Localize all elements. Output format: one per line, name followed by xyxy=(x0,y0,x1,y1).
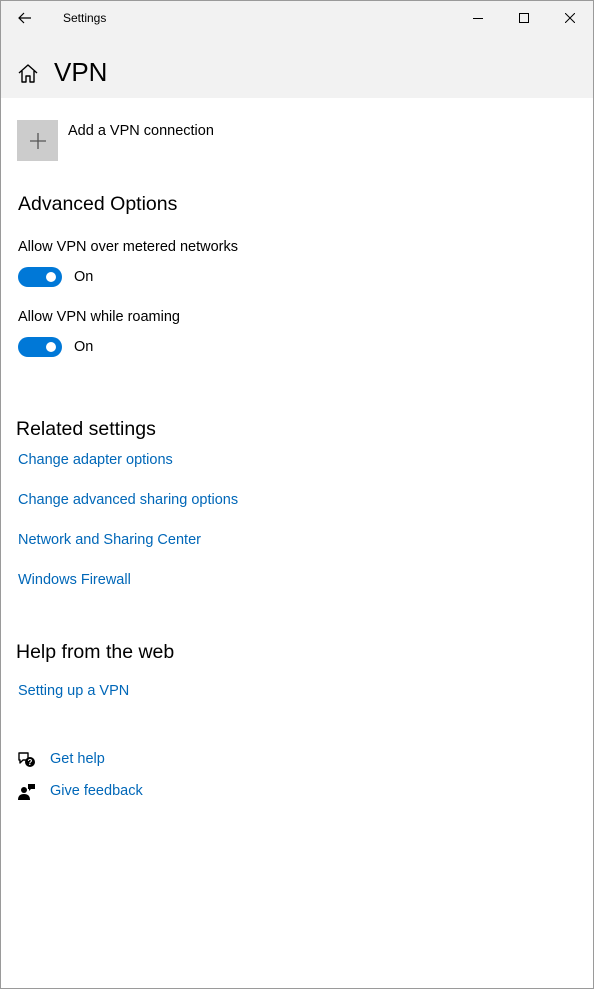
metered-option-label: Allow VPN over metered networks xyxy=(18,239,238,255)
maximize-icon xyxy=(519,13,529,23)
home-icon[interactable] xyxy=(17,63,39,85)
roaming-option-label: Allow VPN while roaming xyxy=(18,309,180,325)
metered-toggle-state: On xyxy=(74,269,94,285)
settings-window: Settings VPN Add a VPN connection Advanc… xyxy=(0,0,594,989)
advanced-options-heading: Advanced Options xyxy=(18,193,178,215)
chat-help-icon: ? xyxy=(18,752,35,767)
add-vpn-button[interactable] xyxy=(17,120,58,161)
metered-toggle[interactable] xyxy=(18,267,62,287)
maximize-button[interactable] xyxy=(501,1,547,35)
change-advanced-sharing-link[interactable]: Change advanced sharing options xyxy=(18,492,238,508)
get-help-link[interactable]: Get help xyxy=(50,751,105,767)
network-sharing-center-link[interactable]: Network and Sharing Center xyxy=(18,532,201,548)
plus-icon xyxy=(29,132,46,149)
add-vpn-label[interactable]: Add a VPN connection xyxy=(68,123,214,139)
setting-up-vpn-link[interactable]: Setting up a VPN xyxy=(18,683,129,699)
toggle-knob xyxy=(46,272,56,282)
window-title: Settings xyxy=(63,11,107,25)
roaming-toggle[interactable] xyxy=(18,337,62,357)
toggle-knob xyxy=(46,342,56,352)
windows-firewall-link[interactable]: Windows Firewall xyxy=(18,572,131,588)
minimize-icon xyxy=(473,18,483,19)
give-feedback-link[interactable]: Give feedback xyxy=(50,783,143,799)
related-settings-heading: Related settings xyxy=(16,418,156,440)
page-header: VPN xyxy=(1,35,593,98)
page-title: VPN xyxy=(54,57,108,87)
feedback-person-icon xyxy=(18,784,35,800)
svg-text:?: ? xyxy=(28,758,33,767)
close-icon xyxy=(565,13,575,23)
roaming-toggle-state: On xyxy=(74,339,94,355)
back-button[interactable] xyxy=(9,3,41,33)
close-button[interactable] xyxy=(547,1,593,35)
change-adapter-options-link[interactable]: Change adapter options xyxy=(18,452,173,468)
help-from-web-heading: Help from the web xyxy=(16,641,175,663)
title-bar: Settings xyxy=(1,1,593,35)
back-arrow-icon xyxy=(18,12,31,24)
minimize-button[interactable] xyxy=(455,1,501,35)
